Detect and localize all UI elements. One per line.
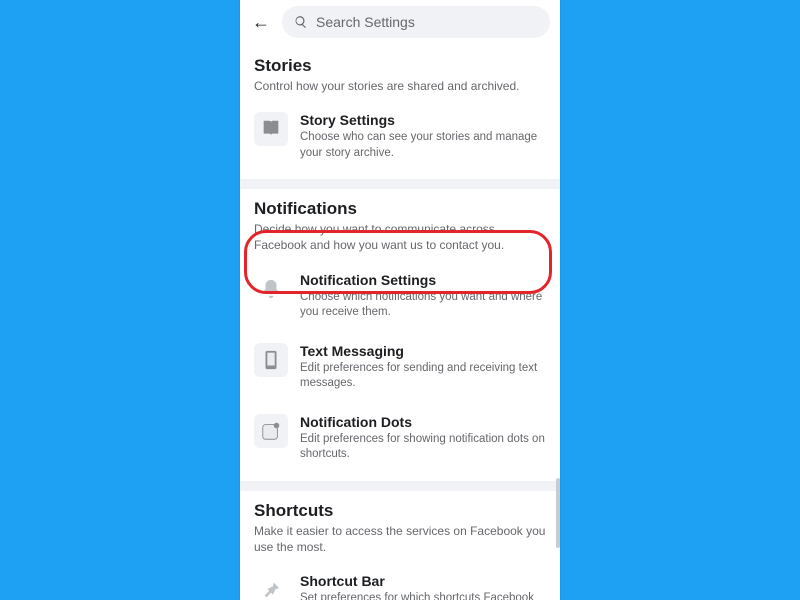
search-placeholder: Search Settings xyxy=(316,14,415,30)
dot-square-icon xyxy=(254,414,288,448)
notification-settings-sub: Choose which notifications you want and … xyxy=(300,290,546,321)
notification-dots-title: Notification Dots xyxy=(300,414,546,430)
notifications-section-title: Notifications xyxy=(254,199,546,219)
stories-section-sub: Control how your stories are shared and … xyxy=(254,78,546,94)
section-divider xyxy=(240,179,560,189)
notification-dots-sub: Edit preferences for showing notificatio… xyxy=(300,432,546,463)
notification-settings-item[interactable]: Notification Settings Choose which notif… xyxy=(254,264,546,335)
header: ← Search Settings xyxy=(240,0,560,48)
phone-icon xyxy=(254,343,288,377)
settings-screen: ← Search Settings Stories Control how yo… xyxy=(240,0,560,600)
notifications-section-sub: Decide how you want to communicate acros… xyxy=(254,221,546,253)
search-input[interactable]: Search Settings xyxy=(282,6,550,38)
back-button[interactable]: ← xyxy=(250,11,272,33)
shortcut-bar-title: Shortcut Bar xyxy=(300,573,546,589)
notification-settings-title: Notification Settings xyxy=(300,272,546,288)
story-settings-title: Story Settings xyxy=(300,112,546,128)
pin-icon xyxy=(254,573,288,600)
shortcut-bar-item[interactable]: Shortcut Bar Set preferences for which s… xyxy=(254,565,546,600)
story-settings-item[interactable]: Story Settings Choose who can see your s… xyxy=(254,104,546,175)
bell-icon xyxy=(254,272,288,306)
shortcuts-section-title: Shortcuts xyxy=(254,501,546,521)
search-icon xyxy=(294,15,308,29)
settings-scroll: Stories Control how your stories are sha… xyxy=(240,48,560,600)
text-messaging-item[interactable]: Text Messaging Edit preferences for send… xyxy=(254,335,546,406)
stories-section-title: Stories xyxy=(254,56,546,76)
story-settings-sub: Choose who can see your stories and mana… xyxy=(300,130,546,161)
section-divider xyxy=(240,481,560,491)
book-icon xyxy=(254,112,288,146)
notification-dots-item[interactable]: Notification Dots Edit preferences for s… xyxy=(254,406,546,477)
text-messaging-sub: Edit preferences for sending and receivi… xyxy=(300,361,546,392)
shortcuts-section-sub: Make it easier to access the services on… xyxy=(254,523,546,555)
text-messaging-title: Text Messaging xyxy=(300,343,546,359)
scrollbar-thumb[interactable] xyxy=(556,478,560,548)
arrow-left-icon: ← xyxy=(252,12,270,33)
shortcut-bar-sub: Set preferences for which shortcuts Face… xyxy=(300,591,546,600)
